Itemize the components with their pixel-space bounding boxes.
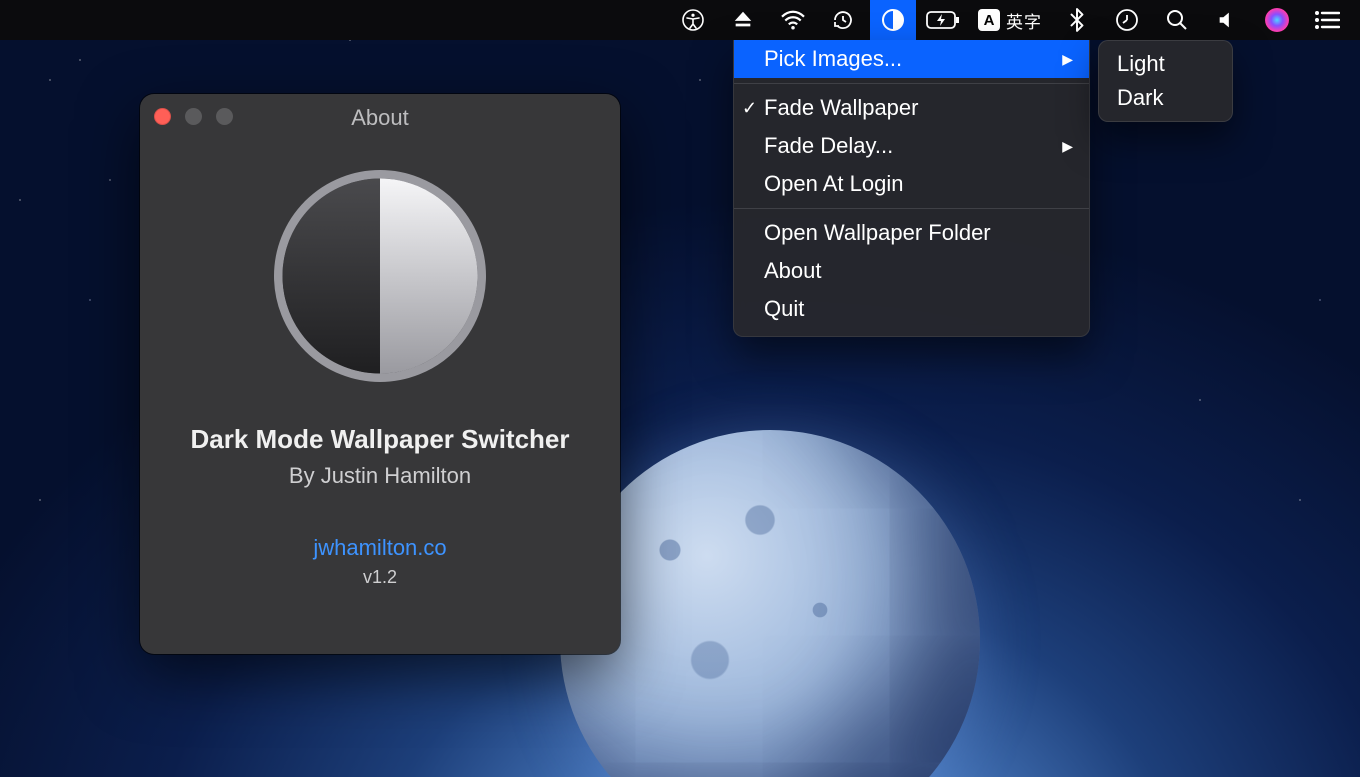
submenu-dark[interactable]: Dark xyxy=(1099,81,1232,115)
app-author: By Justin Hamilton xyxy=(140,463,620,489)
pick-images-submenu: Light Dark xyxy=(1098,40,1233,122)
menu-pick-images[interactable]: Pick Images... ▶ xyxy=(734,40,1089,78)
about-window: About Dark Mode Wallpaper Switcher By Ju… xyxy=(140,94,620,654)
bluetooth-icon[interactable] xyxy=(1054,0,1100,40)
menu-fade-delay[interactable]: Fade Delay... ▶ xyxy=(734,127,1089,165)
menu-fade-wallpaper[interactable]: ✓ Fade Wallpaper xyxy=(734,89,1089,127)
submenu-light[interactable]: Light xyxy=(1099,47,1232,81)
menu-separator xyxy=(734,208,1089,209)
menu-about[interactable]: About xyxy=(734,252,1089,290)
close-button[interactable] xyxy=(154,108,171,125)
menu-pick-images-label: Pick Images... xyxy=(764,46,902,72)
spotlight-icon[interactable] xyxy=(1154,0,1200,40)
menu-separator xyxy=(734,83,1089,84)
menu-open-wallpaper-folder-label: Open Wallpaper Folder xyxy=(764,220,991,246)
traffic-lights xyxy=(154,108,233,125)
siri-icon[interactable] xyxy=(1254,0,1300,40)
battery-charging-icon[interactable] xyxy=(920,0,966,40)
input-method-icon[interactable]: A 英字 xyxy=(970,0,1050,40)
submenu-arrow-icon: ▶ xyxy=(1062,51,1073,68)
menubar: A 英字 xyxy=(0,0,1360,40)
minimize-button[interactable] xyxy=(185,108,202,125)
menu-open-at-login-label: Open At Login xyxy=(764,171,903,197)
app-name: Dark Mode Wallpaper Switcher xyxy=(140,424,620,455)
wifi-icon[interactable] xyxy=(770,0,816,40)
menu-open-at-login[interactable]: Open At Login xyxy=(734,165,1089,203)
menu-about-label: About xyxy=(764,258,822,284)
menu-quit[interactable]: Quit xyxy=(734,290,1089,328)
clock-icon[interactable] xyxy=(1104,0,1150,40)
eject-icon[interactable] xyxy=(720,0,766,40)
menubar-dropdown: Pick Images... ▶ ✓ Fade Wallpaper Fade D… xyxy=(733,40,1090,337)
app-icon xyxy=(274,170,486,382)
menu-fade-delay-label: Fade Delay... xyxy=(764,133,893,159)
menu-open-wallpaper-folder[interactable]: Open Wallpaper Folder xyxy=(734,214,1089,252)
menu-quit-label: Quit xyxy=(764,296,804,322)
volume-icon[interactable] xyxy=(1204,0,1250,40)
accessibility-icon[interactable] xyxy=(670,0,716,40)
submenu-light-label: Light xyxy=(1117,51,1165,77)
submenu-arrow-icon: ▶ xyxy=(1062,138,1073,155)
about-title: About xyxy=(351,105,409,131)
submenu-dark-label: Dark xyxy=(1117,85,1163,111)
time-machine-icon[interactable] xyxy=(820,0,866,40)
desktop-moon xyxy=(560,430,980,777)
zoom-button[interactable] xyxy=(216,108,233,125)
app-link[interactable]: jwhamilton.co xyxy=(140,535,620,561)
checkmark-icon: ✓ xyxy=(742,98,757,119)
contrast-icon[interactable] xyxy=(870,0,916,40)
ime-letter: A xyxy=(978,9,1000,31)
about-titlebar[interactable]: About xyxy=(140,94,620,142)
list-icon[interactable] xyxy=(1304,0,1350,40)
app-version: v1.2 xyxy=(140,567,620,588)
ime-label: 英字 xyxy=(1006,8,1042,33)
menu-fade-wallpaper-label: Fade Wallpaper xyxy=(764,95,918,121)
